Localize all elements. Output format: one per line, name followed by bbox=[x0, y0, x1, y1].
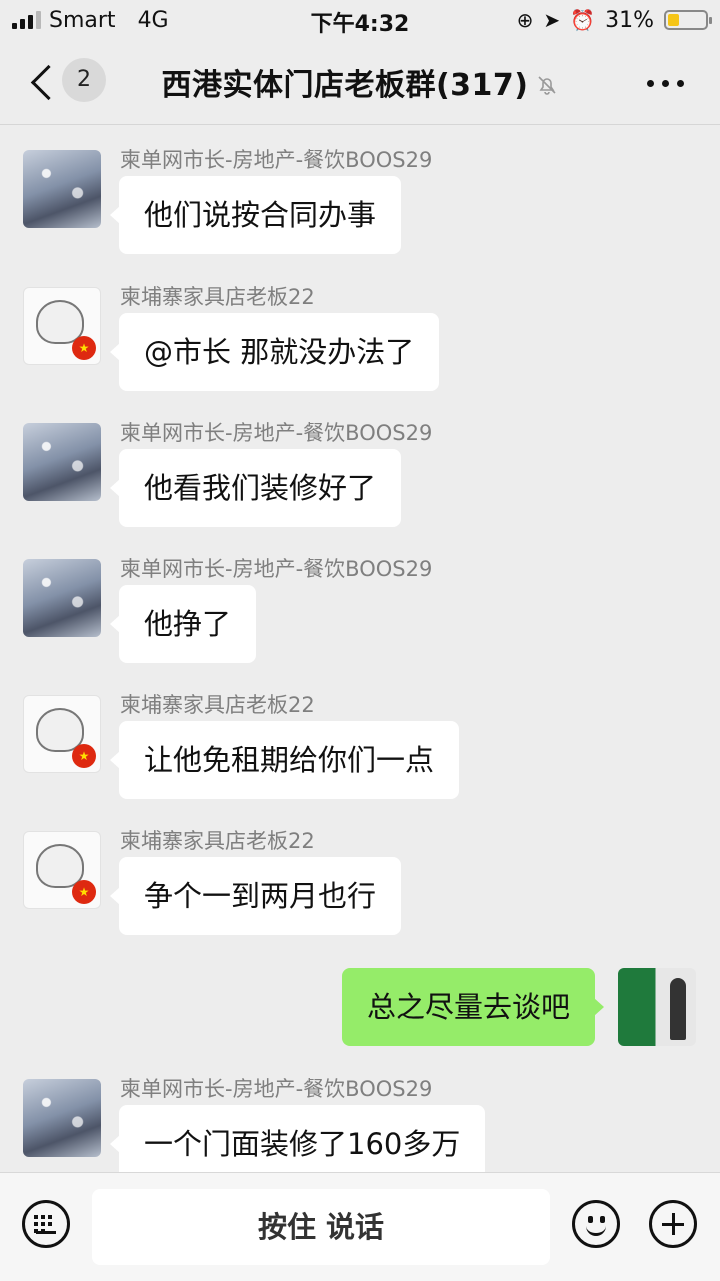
sender-avatar[interactable] bbox=[23, 559, 101, 637]
battery-percent: 31% bbox=[605, 7, 654, 33]
chat-title: 西港实体门店老板群(317) bbox=[161, 68, 529, 103]
message-bubble[interactable]: 他看我们装修好了 bbox=[109, 449, 402, 527]
sender-name: 柬单网市长-房地产-餐饮BOOS29 bbox=[120, 421, 433, 445]
message-bubble[interactable]: 他挣了 bbox=[109, 585, 257, 663]
sender-avatar[interactable] bbox=[23, 1079, 101, 1157]
sender-avatar[interactable]: ★ bbox=[23, 831, 101, 909]
status-right: ⊕ ➤ ⏰ 31% bbox=[516, 6, 712, 34]
message-bubble[interactable]: 他们说按合同办事 bbox=[109, 176, 402, 254]
china-flag-icon: ★ bbox=[72, 336, 96, 360]
sender-avatar[interactable] bbox=[23, 150, 101, 228]
message-bubble-self[interactable]: 总之尽量去谈吧 bbox=[341, 968, 605, 1046]
message-bubble[interactable]: 让他免租期给你们一点 bbox=[109, 721, 460, 799]
battery-icon bbox=[664, 10, 712, 30]
person-figure-icon bbox=[670, 978, 686, 1040]
message-bubble[interactable]: @市长 那就没办法了 bbox=[109, 313, 440, 391]
emoji-icon[interactable] bbox=[572, 1200, 620, 1248]
location-icon: ➤ bbox=[543, 8, 561, 32]
message-bubble[interactable]: 争个一到两月也行 bbox=[109, 857, 402, 935]
plus-icon[interactable] bbox=[649, 1200, 697, 1248]
bell-slash-icon bbox=[537, 76, 556, 95]
battery-fill bbox=[668, 14, 679, 26]
sender-name: 柬埔寨家具店老板22 bbox=[120, 829, 315, 853]
self-avatar[interactable] bbox=[618, 968, 696, 1046]
sender-name: 柬埔寨家具店老板22 bbox=[120, 285, 315, 309]
sender-avatar[interactable] bbox=[23, 423, 101, 501]
sender-name: 柬埔寨家具店老板22 bbox=[120, 693, 315, 717]
more-options-icon[interactable] bbox=[647, 80, 684, 87]
sender-name: 柬单网市长-房地产-餐饮BOOS29 bbox=[120, 557, 433, 581]
input-bar: 按住 说话 bbox=[0, 1172, 720, 1281]
sender-name: 柬单网市长-房地产-餐饮BOOS29 bbox=[120, 1077, 433, 1101]
china-flag-icon: ★ bbox=[72, 744, 96, 768]
chat-title-wrap: 西港实体门店老板群(317) bbox=[0, 60, 720, 104]
status-bar: Smart 4G 下午4:32 ⊕ ➤ ⏰ 31% bbox=[0, 0, 720, 40]
alarm-icon: ⏰ bbox=[570, 8, 596, 32]
lock-rotation-icon: ⊕ bbox=[516, 8, 534, 32]
sender-avatar[interactable]: ★ bbox=[23, 287, 101, 365]
sender-avatar[interactable]: ★ bbox=[23, 695, 101, 773]
sender-name: 柬单网市长-房地产-餐饮BOOS29 bbox=[120, 148, 433, 172]
chat-header: 2 西港实体门店老板群(317) bbox=[0, 40, 720, 125]
hold-to-talk-button[interactable]: 按住 说话 bbox=[92, 1189, 550, 1265]
keyboard-icon[interactable] bbox=[22, 1200, 70, 1248]
china-flag-icon: ★ bbox=[72, 880, 96, 904]
